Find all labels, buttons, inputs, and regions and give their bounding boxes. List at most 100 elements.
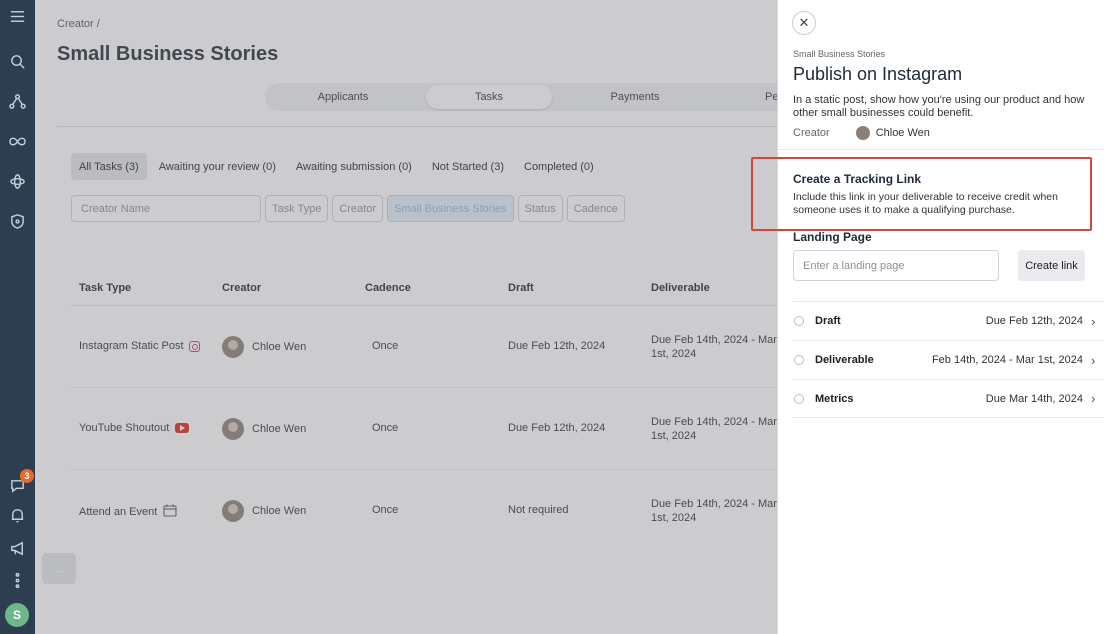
status-circle-icon xyxy=(794,393,804,404)
step-label: Deliverable xyxy=(815,354,874,366)
chevron-right-icon: › xyxy=(1091,352,1096,368)
instagram-icon xyxy=(188,340,200,352)
tracking-link-title: Create a Tracking Link xyxy=(793,172,922,186)
breadcrumb[interactable]: Creator / xyxy=(57,18,100,30)
step-row-metrics[interactable]: Metrics Due Mar 14th, 2024 › xyxy=(793,379,1104,418)
creator-name: Chloe Wen xyxy=(252,505,307,517)
status-circle-icon xyxy=(794,316,804,326)
panel-title: Publish on Instagram xyxy=(793,64,963,84)
draft-cell: Due Feb 12th, 2024 xyxy=(508,340,606,352)
youtube-icon xyxy=(175,423,190,433)
table-row-task[interactable]: YouTube Shoutout xyxy=(79,422,190,434)
creator-avatar xyxy=(222,336,244,358)
header-cadence[interactable]: Cadence xyxy=(365,282,411,294)
creator-label: Creator xyxy=(793,127,830,139)
creator-avatar xyxy=(222,500,244,522)
notification-badge: 3 xyxy=(20,469,34,483)
cadence-cell: Once xyxy=(372,504,399,516)
icon-rail: 3 S xyxy=(0,0,35,634)
step-row-deliverable[interactable]: Deliverable Feb 14th, 2024 - Mar 1st, 20… xyxy=(793,340,1104,379)
tab-performance[interactable]: Pe xyxy=(745,85,777,109)
search-icon[interactable] xyxy=(0,47,35,75)
tracking-link-description: Include this link in your deliverable to… xyxy=(793,191,1058,216)
task-type-label: YouTube Shoutout xyxy=(79,422,170,434)
cadence-cell: Once xyxy=(372,340,399,352)
bell-icon[interactable] xyxy=(0,501,35,529)
header-deliverable[interactable]: Deliverable xyxy=(651,282,710,294)
header-draft[interactable]: Draft xyxy=(508,282,534,294)
menu-icon[interactable] xyxy=(0,2,35,30)
filter-awaiting-review[interactable]: Awaiting your review (0) xyxy=(151,153,284,180)
more-icon[interactable] xyxy=(0,566,35,594)
task-detail-panel: ✕ Small Business Stories Publish on Inst… xyxy=(751,0,1104,634)
filter-not-started[interactable]: Not Started (3) xyxy=(424,153,512,180)
infinity-icon[interactable] xyxy=(0,127,35,155)
row-divider xyxy=(71,387,777,388)
divider xyxy=(778,149,1104,150)
divider xyxy=(57,126,777,127)
task-type-label: Instagram Static Post xyxy=(79,340,184,352)
row-divider xyxy=(71,469,777,470)
step-row-draft[interactable]: Draft Due Feb 12th, 2024 › xyxy=(793,301,1104,340)
panel-description: In a static post, show how you're using … xyxy=(793,94,1085,119)
arrow-right-icon: → xyxy=(52,560,66,577)
calendar-icon xyxy=(163,504,177,520)
deliverable-cell: Due Feb 14th, 2024 - Mar 1st, 2024 xyxy=(651,498,777,524)
filter-awaiting-submission[interactable]: Awaiting submission (0) xyxy=(288,153,420,180)
close-icon: ✕ xyxy=(798,15,810,30)
creator-avatar xyxy=(222,418,244,440)
creator-name-search[interactable]: Creator Name xyxy=(71,195,261,222)
filter-all-tasks[interactable]: All Tasks (3) xyxy=(71,153,147,180)
header-task-type[interactable]: Task Type xyxy=(79,282,131,294)
creator-name: Chloe Wen xyxy=(252,423,307,435)
draft-cell: Not required xyxy=(508,504,569,516)
status-filter[interactable]: Status xyxy=(517,195,563,222)
step-label: Draft xyxy=(815,315,841,327)
chevron-right-icon: › xyxy=(1091,313,1096,329)
table-row-task[interactable]: Attend an Event xyxy=(79,504,177,520)
task-type-filter[interactable]: Task Type xyxy=(265,195,329,222)
campaign-filter[interactable]: Small Business Stories xyxy=(387,195,514,222)
chevron-right-icon: › xyxy=(1091,391,1096,406)
header-creator[interactable]: Creator xyxy=(222,282,261,294)
step-date: Feb 14th, 2024 - Mar 1st, 2024 xyxy=(931,354,1083,366)
task-type-label: Attend an Event xyxy=(79,506,158,518)
row-divider xyxy=(71,305,777,306)
filter-completed[interactable]: Completed (0) xyxy=(516,153,602,180)
shield-icon[interactable] xyxy=(0,207,35,235)
creator-name: Chloe Wen xyxy=(252,341,307,353)
creator-cell[interactable]: Chloe Wen xyxy=(222,418,306,440)
atom-icon[interactable] xyxy=(0,167,35,195)
megaphone-icon[interactable] xyxy=(0,534,35,562)
tab-payments[interactable]: Payments xyxy=(577,85,693,109)
deliverable-cell: Due Feb 14th, 2024 - Mar 1st, 2024 xyxy=(651,416,777,442)
tab-bar: Applicants Tasks Payments Pe xyxy=(265,83,777,111)
creator-avatar xyxy=(855,126,870,140)
table-row-task[interactable]: Instagram Static Post xyxy=(79,340,200,352)
cadence-filter[interactable]: Cadence xyxy=(566,195,625,222)
search-row: Creator Name Task Type Creator Small Bus… xyxy=(71,195,625,222)
user-avatar[interactable]: S xyxy=(5,603,29,627)
landing-page-input[interactable]: Enter a landing page xyxy=(793,250,999,281)
network-icon[interactable] xyxy=(0,87,35,115)
main-content: Creator / Small Business Stories Applica… xyxy=(35,0,777,634)
step-label: Metrics xyxy=(815,392,854,405)
create-link-button[interactable]: Create link xyxy=(1018,250,1085,281)
panel-creator: Creator Chloe Wen xyxy=(793,126,930,140)
deliverable-cell: Due Feb 14th, 2024 - Mar 1st, 2024 xyxy=(651,334,777,360)
close-button[interactable]: ✕ xyxy=(792,11,816,35)
tab-tasks[interactable]: Tasks xyxy=(426,85,552,109)
status-circle-icon xyxy=(794,355,804,365)
step-date: Due Mar 14th, 2024 xyxy=(985,392,1083,405)
cadence-cell: Once xyxy=(372,422,399,434)
tab-applicants[interactable]: Applicants xyxy=(285,85,401,109)
expand-button[interactable]: → xyxy=(42,553,76,584)
creator-name[interactable]: Chloe Wen xyxy=(876,127,930,139)
panel-campaign-name: Small Business Stories xyxy=(793,49,886,59)
draft-cell: Due Feb 12th, 2024 xyxy=(508,422,606,434)
creator-filter[interactable]: Creator xyxy=(332,195,384,222)
page-title: Small Business Stories xyxy=(57,43,279,65)
filter-chips: All Tasks (3) Awaiting your review (0) A… xyxy=(71,153,602,180)
creator-cell[interactable]: Chloe Wen xyxy=(222,500,306,522)
creator-cell[interactable]: Chloe Wen xyxy=(222,336,306,358)
